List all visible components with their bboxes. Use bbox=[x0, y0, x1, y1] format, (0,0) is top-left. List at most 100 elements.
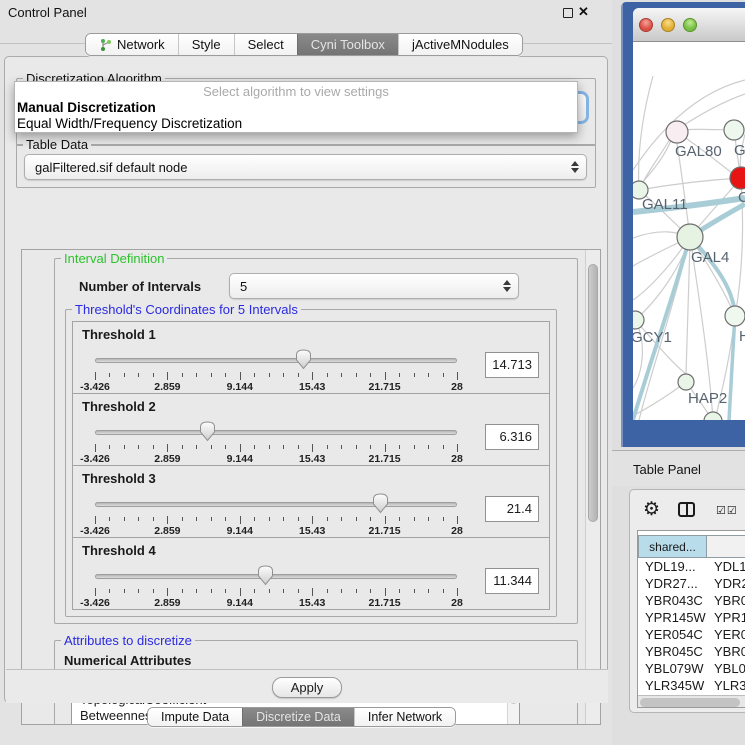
close-icon[interactable]: ✕ bbox=[578, 4, 589, 20]
algorithm-options: Manual DiscretizationEqual Width/Frequen… bbox=[15, 100, 577, 132]
tab-impute-data[interactable]: Impute Data bbox=[148, 708, 242, 726]
apply-button[interactable]: Apply bbox=[272, 677, 342, 698]
tab-style[interactable]: Style bbox=[178, 34, 234, 55]
slider-tick bbox=[269, 517, 270, 521]
table-data-group: Table Data galFiltered.sif default node bbox=[16, 144, 596, 188]
table-hscrollbar[interactable] bbox=[638, 695, 745, 708]
network-canvas[interactable]: GAL80GACGAL11GAL4GCY1HHAP2 bbox=[633, 42, 745, 420]
settings-scrollbar[interactable] bbox=[585, 250, 600, 724]
network-edge[interactable] bbox=[639, 178, 741, 190]
algorithm-hint-item[interactable]: Select algorithm to view settings bbox=[15, 84, 577, 100]
node-label: HAP2 bbox=[688, 390, 727, 407]
tab-label: Style bbox=[192, 37, 221, 52]
slider-thumb[interactable] bbox=[257, 565, 274, 586]
number-of-intervals-select[interactable]: 5 bbox=[229, 273, 519, 299]
slider-tick bbox=[211, 517, 212, 521]
tab-label: Cyni Toolbox bbox=[311, 37, 385, 52]
checkbox-columns-icon[interactable]: ☑☑ bbox=[716, 504, 738, 517]
slider-tick bbox=[298, 517, 299, 521]
slider-tick bbox=[167, 372, 168, 380]
slider-tick bbox=[457, 516, 458, 524]
network-node[interactable] bbox=[704, 412, 722, 420]
network-node-ga[interactable] bbox=[724, 120, 744, 140]
slider-track[interactable] bbox=[95, 502, 457, 507]
interval-definition-group: Interval Definition Number of Intervals … bbox=[54, 258, 578, 624]
table-row[interactable]: YBR043CYBR0 bbox=[638, 592, 745, 609]
column-header-name[interactable]: na bbox=[706, 535, 745, 558]
tab-select[interactable]: Select bbox=[234, 34, 297, 55]
network-edge-highlighted[interactable] bbox=[729, 314, 735, 420]
tab-jactivemnodules[interactable]: jActiveMNodules bbox=[398, 34, 522, 55]
control-panel-titlebar[interactable]: Control Panel ✕ bbox=[0, 0, 612, 24]
slider-track[interactable] bbox=[95, 574, 457, 579]
slider-tick bbox=[428, 445, 429, 449]
table-panel-title: Table Panel bbox=[633, 462, 701, 477]
slider-axis-label: 2.859 bbox=[145, 381, 189, 393]
table-row[interactable]: YER054CYER0 bbox=[638, 626, 745, 643]
slider-tick bbox=[341, 517, 342, 521]
column-header-shared-name[interactable]: shared... bbox=[638, 535, 706, 558]
tab-infer-network[interactable]: Infer Network bbox=[354, 708, 455, 726]
gear-icon[interactable]: ⚙ bbox=[643, 498, 660, 521]
slider-thumb[interactable] bbox=[372, 493, 389, 514]
cell-name: YER0 bbox=[706, 626, 745, 643]
table-hscrollbar-thumb[interactable] bbox=[640, 698, 740, 707]
network-view-titlebar[interactable] bbox=[633, 8, 745, 42]
table-data-select[interactable]: galFiltered.sif default node bbox=[24, 154, 587, 180]
slider-tick bbox=[225, 517, 226, 521]
network-node-h[interactable] bbox=[725, 306, 745, 326]
network-view-frame[interactable]: GAL80GACGAL11GAL4GCY1HHAP2 bbox=[621, 2, 745, 447]
slider-tick bbox=[370, 373, 371, 377]
slider-tick bbox=[153, 589, 154, 593]
threshold-value-field[interactable]: 14.713 bbox=[485, 352, 539, 378]
table-row[interactable]: YBL079WYBL0 bbox=[638, 660, 745, 677]
table-header-row: shared... na bbox=[638, 535, 745, 558]
cell-name: YBL0 bbox=[706, 660, 745, 677]
network-edge[interactable] bbox=[686, 237, 690, 374]
slider-track[interactable] bbox=[95, 430, 457, 435]
attributes-group-label: Attributes to discretize bbox=[61, 633, 195, 648]
float-icon[interactable] bbox=[563, 8, 573, 18]
slider-axis-label: -3.426 bbox=[73, 453, 117, 465]
threshold-sliders: Threshold 1-3.4262.8599.14415.4321.71528… bbox=[72, 322, 550, 610]
numerical-attributes-label: Numerical Attributes bbox=[64, 653, 191, 668]
table-panel-titlebar[interactable]: Table Panel bbox=[612, 450, 745, 486]
slider-tick bbox=[138, 445, 139, 449]
slider-axis-label: 28 bbox=[435, 525, 479, 537]
slider-track[interactable] bbox=[95, 358, 457, 363]
slider-thumb[interactable] bbox=[295, 349, 312, 370]
slider-tick bbox=[341, 445, 342, 449]
algorithm-option-manual-discretization[interactable]: Manual Discretization bbox=[15, 100, 577, 116]
slider-tick bbox=[283, 517, 284, 521]
minimize-button[interactable] bbox=[661, 18, 675, 32]
tab-cyni-toolbox[interactable]: Cyni Toolbox bbox=[297, 34, 398, 55]
slider-tick bbox=[269, 445, 270, 449]
zoom-button[interactable] bbox=[683, 18, 697, 32]
table-row[interactable]: YDR27...YDR2 bbox=[638, 575, 745, 592]
network-node-gal80[interactable] bbox=[666, 121, 688, 143]
table-row[interactable]: YDL19...YDL1 bbox=[638, 558, 745, 575]
threshold-value-field[interactable]: 11.344 bbox=[485, 568, 539, 594]
table-row[interactable]: YPR145WYPR1 bbox=[638, 609, 745, 626]
slider-tick bbox=[385, 444, 386, 452]
network-node-hap2[interactable] bbox=[678, 374, 694, 390]
threshold-value-field[interactable]: 21.4 bbox=[485, 496, 539, 522]
table-row[interactable]: YLR345WYLR3 bbox=[638, 677, 745, 694]
slider-tick bbox=[414, 589, 415, 593]
slider-axis-label: 2.859 bbox=[145, 453, 189, 465]
table-row[interactable]: YBR045CYBR0 bbox=[638, 643, 745, 660]
tab-network[interactable]: Network bbox=[86, 34, 178, 55]
threshold-value-field[interactable]: 6.316 bbox=[485, 424, 539, 450]
split-table-icon[interactable] bbox=[678, 502, 695, 517]
table-data-value: galFiltered.sif default node bbox=[35, 160, 187, 175]
settings-scrollpane: Interval Definition Number of Intervals … bbox=[21, 249, 601, 725]
settings-scrollbar-thumb[interactable] bbox=[588, 264, 598, 522]
close-button[interactable] bbox=[639, 18, 653, 32]
algorithm-option-equal-width-frequency-discretization[interactable]: Equal Width/Frequency Discretization bbox=[15, 116, 577, 132]
network-node-c[interactable] bbox=[730, 167, 745, 189]
top-tab-bar: Network Style Select Cyni Toolbox jActiveMNo… bbox=[85, 33, 523, 56]
slider-tick bbox=[327, 589, 328, 593]
slider-thumb[interactable] bbox=[199, 421, 216, 442]
network-node-gal4[interactable] bbox=[677, 224, 703, 250]
tab-discretize-data[interactable]: Discretize Data bbox=[242, 708, 354, 726]
